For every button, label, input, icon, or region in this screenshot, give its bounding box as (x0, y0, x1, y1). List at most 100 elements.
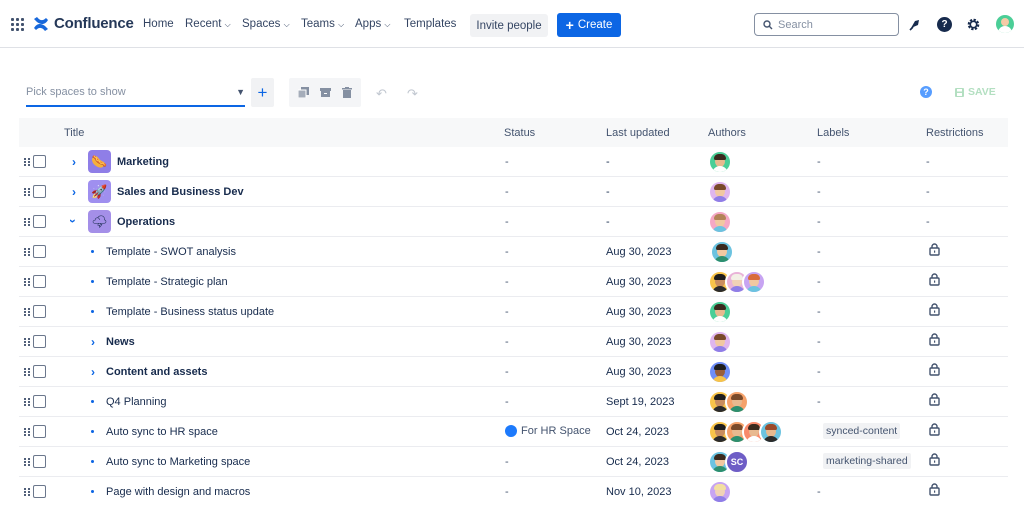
add-icon[interactable]: + (251, 78, 274, 107)
lock-icon[interactable] (929, 273, 940, 286)
author-avatar[interactable] (710, 240, 734, 264)
invite-people-button[interactable]: Invite people (470, 14, 548, 37)
help-icon[interactable]: ? (920, 86, 932, 98)
nav-teams[interactable]: Teams ⌵ (301, 18, 344, 30)
profile-avatar[interactable] (996, 15, 1014, 33)
author-avatar[interactable] (708, 300, 732, 324)
row-checkbox[interactable] (33, 305, 46, 318)
table-row[interactable]: › 🌩 Operations - - - - (19, 207, 1008, 237)
lock-icon[interactable] (929, 243, 940, 256)
row-title[interactable]: Template - Strategic plan (106, 276, 228, 288)
archive-icon[interactable] (319, 87, 331, 98)
label-tag[interactable]: marketing-shared (823, 453, 911, 469)
row-checkbox[interactable] (33, 485, 46, 498)
author-avatar[interactable] (708, 360, 732, 384)
lock-icon[interactable] (929, 483, 940, 496)
lock-icon[interactable] (929, 333, 940, 346)
app-switcher-icon[interactable] (11, 18, 24, 31)
table-row[interactable]: › 🌭 Marketing - - - - (19, 147, 1008, 177)
row-checkbox[interactable] (33, 335, 46, 348)
drag-handle-icon[interactable] (24, 398, 30, 406)
column-labels[interactable]: Labels (817, 127, 849, 139)
lock-icon[interactable] (929, 393, 940, 406)
author-avatar[interactable] (708, 210, 732, 234)
table-row[interactable]: Auto sync to Marketing space - Oct 24, 2… (19, 447, 1008, 477)
lock-icon[interactable] (929, 453, 940, 466)
table-row[interactable]: Template - Strategic plan - Aug 30, 2023… (19, 267, 1008, 297)
row-title[interactable]: Page with design and macros (106, 486, 250, 498)
row-title[interactable]: Q4 Planning (106, 396, 167, 408)
author-initials-avatar[interactable]: SC (725, 450, 749, 474)
table-row[interactable]: Template - SWOT analysis - Aug 30, 2023 … (19, 237, 1008, 267)
drag-handle-icon[interactable] (24, 458, 30, 466)
search-input[interactable]: Search (754, 13, 899, 36)
save-button[interactable]: SAVE (955, 86, 996, 98)
table-row[interactable]: Q4 Planning - Sept 19, 2023 - (19, 387, 1008, 417)
chevron-down-icon[interactable]: › (66, 219, 80, 223)
chevron-right-icon[interactable]: › (72, 185, 76, 199)
row-title[interactable]: News (106, 336, 135, 348)
row-title[interactable]: Auto sync to HR space (106, 426, 218, 438)
nav-home[interactable]: Home (143, 18, 174, 30)
chevron-right-icon[interactable]: › (72, 155, 76, 169)
chevron-right-icon[interactable]: › (91, 365, 95, 379)
drag-handle-icon[interactable] (24, 188, 30, 196)
drag-handle-icon[interactable] (24, 428, 30, 436)
author-avatar[interactable] (708, 480, 732, 504)
nav-recent[interactable]: Recent ⌵ (185, 18, 231, 30)
undo-icon[interactable]: ↶ (376, 86, 387, 102)
table-row[interactable]: Template - Business status update - Aug … (19, 297, 1008, 327)
column-last-updated[interactable]: Last updated (606, 127, 670, 139)
row-title[interactable]: Marketing (117, 156, 169, 168)
redo-icon[interactable]: ↷ (407, 86, 418, 102)
drag-handle-icon[interactable] (24, 278, 30, 286)
author-avatar[interactable] (708, 330, 732, 354)
space-picker-select[interactable]: Pick spaces to show ▼ (26, 78, 245, 107)
table-row[interactable]: Auto sync to HR space For HR Space Oct 2… (19, 417, 1008, 447)
row-title[interactable]: Content and assets (106, 366, 207, 378)
author-avatar[interactable] (759, 420, 783, 444)
label-tag[interactable]: synced-content (823, 423, 901, 439)
help-icon[interactable]: ? (937, 17, 952, 32)
drag-handle-icon[interactable] (24, 248, 30, 256)
row-checkbox[interactable] (33, 275, 46, 288)
drag-handle-icon[interactable] (24, 368, 30, 376)
trash-icon[interactable] (341, 87, 352, 98)
chevron-right-icon[interactable]: › (91, 335, 95, 349)
column-authors[interactable]: Authors (708, 127, 746, 139)
row-checkbox[interactable] (33, 455, 46, 468)
table-row[interactable]: Page with design and macros - Nov 10, 20… (19, 477, 1008, 507)
table-row[interactable]: › Content and assets - Aug 30, 2023 - (19, 357, 1008, 387)
drag-handle-icon[interactable] (24, 308, 30, 316)
confluence-logo[interactable]: Confluence (33, 15, 134, 32)
row-checkbox[interactable] (33, 365, 46, 378)
author-avatar[interactable] (708, 150, 732, 174)
drag-handle-icon[interactable] (24, 158, 30, 166)
row-checkbox[interactable] (33, 215, 46, 228)
copy-icon[interactable] (298, 87, 310, 98)
create-button[interactable]: + Create (557, 13, 621, 37)
row-title[interactable]: Template - SWOT analysis (106, 246, 236, 258)
row-checkbox[interactable] (33, 395, 46, 408)
notification-icon[interactable] (908, 17, 923, 32)
row-checkbox[interactable] (33, 155, 46, 168)
drag-handle-icon[interactable] (24, 488, 30, 496)
table-row[interactable]: › News - Aug 30, 2023 - (19, 327, 1008, 357)
lock-icon[interactable] (929, 303, 940, 316)
settings-icon[interactable] (966, 17, 981, 32)
drag-handle-icon[interactable] (24, 338, 30, 346)
column-restrictions[interactable]: Restrictions (926, 127, 983, 139)
row-checkbox[interactable] (33, 185, 46, 198)
nav-spaces[interactable]: Spaces ⌵ (242, 18, 290, 30)
row-title[interactable]: Auto sync to Marketing space (106, 456, 250, 468)
drag-handle-icon[interactable] (24, 218, 30, 226)
lock-icon[interactable] (929, 363, 940, 376)
row-title[interactable]: Sales and Business Dev (117, 186, 244, 198)
row-checkbox[interactable] (33, 425, 46, 438)
lock-icon[interactable] (929, 423, 940, 436)
nav-apps[interactable]: Apps ⌵ (355, 18, 391, 30)
column-title[interactable]: Title (64, 127, 84, 139)
author-avatar[interactable] (742, 270, 766, 294)
row-title[interactable]: Template - Business status update (106, 306, 274, 318)
row-title[interactable]: Operations (117, 216, 175, 228)
